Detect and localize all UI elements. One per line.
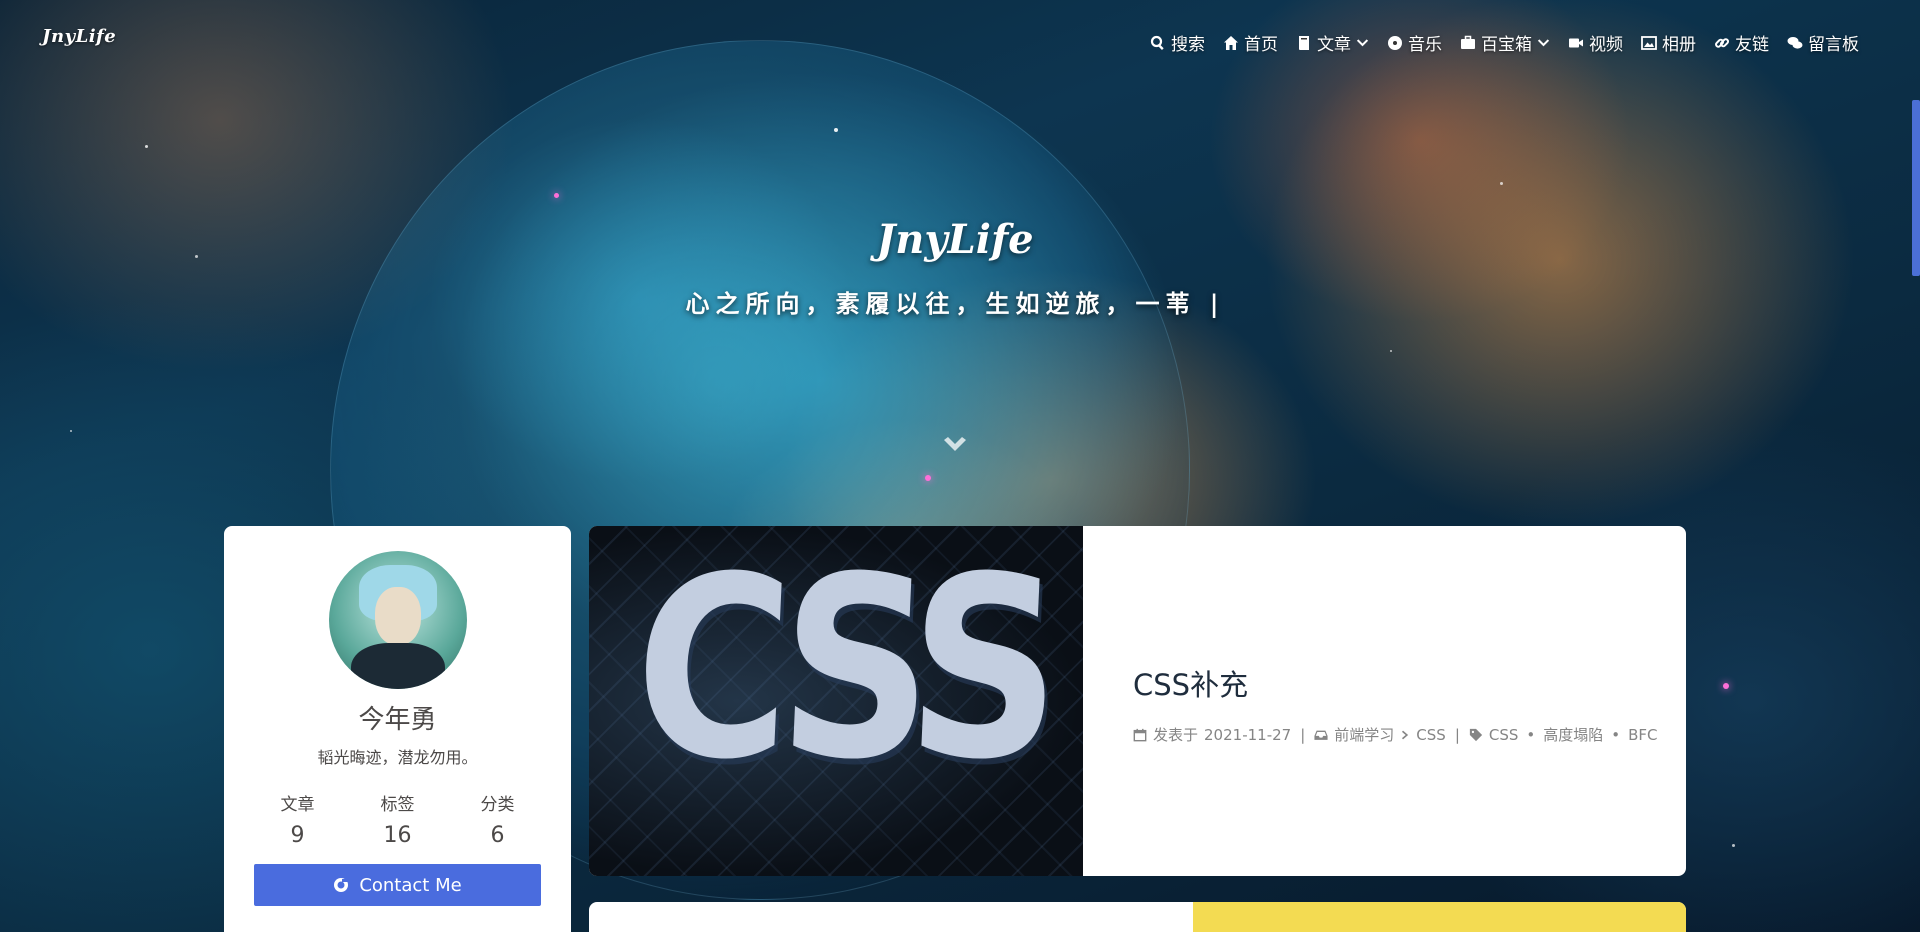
nav-item-label: 留言板	[1808, 35, 1859, 55]
meta-separator: |	[1300, 725, 1306, 744]
site-subtitle: 心之所向，素履以往，生如逆旅，一苇 |	[685, 289, 1225, 318]
nav-item-home[interactable]: 首页	[1214, 30, 1287, 55]
scroll-down-button[interactable]	[942, 436, 968, 456]
post-info: CSS补充 发表于 2021-11-27 | 前端学习 CSS | CSS • …	[1083, 526, 1686, 876]
avatar-coat	[350, 643, 445, 689]
contact-me-button[interactable]: Contact Me	[254, 864, 541, 906]
profile-name: 今年勇	[358, 705, 437, 735]
profile-card: 今年勇 韬光晦迹，潜龙勿用。 文章 9 标签 16 分类 6 Contact M…	[224, 526, 571, 932]
post-tag[interactable]: BFC	[1628, 726, 1657, 744]
meta-separator: |	[1454, 725, 1460, 744]
stat-label: 分类	[480, 795, 515, 815]
stat-value: 6	[490, 823, 505, 848]
briefcase-icon	[1461, 35, 1475, 49]
post-cover-image[interactable]	[1193, 902, 1686, 932]
inbox-icon	[1314, 730, 1328, 740]
nav-item-articles[interactable]: 文章	[1287, 30, 1378, 55]
book-icon	[1299, 35, 1309, 50]
image-icon	[1641, 35, 1657, 50]
nav-item-label: 搜索	[1171, 35, 1205, 55]
stat-articles[interactable]: 文章 9	[253, 790, 343, 848]
post-title[interactable]: CSS补充	[1133, 662, 1686, 704]
comments-icon	[1787, 36, 1803, 49]
contact-icon	[334, 878, 349, 892]
chevron-right-icon	[1402, 730, 1409, 739]
calendar-icon	[1133, 728, 1147, 741]
profile-stats: 文章 9 标签 16 分类 6	[253, 790, 543, 848]
nav-item-toolbox[interactable]: 百宝箱	[1451, 30, 1559, 55]
post-tag[interactable]: CSS	[1489, 726, 1519, 744]
post-date-prefix: 发表于	[1153, 726, 1199, 744]
post-card-next[interactable]	[589, 902, 1686, 932]
nav-item-music[interactable]: 音乐	[1378, 30, 1451, 55]
tag-icon	[1469, 728, 1482, 741]
disc-icon	[1388, 35, 1402, 50]
nav-item-video[interactable]: 视频	[1559, 30, 1632, 55]
post-cover-text: CSS	[628, 526, 1053, 814]
post-cover-image[interactable]: CSS	[589, 526, 1083, 876]
star	[1500, 182, 1503, 185]
chevron-down-icon	[1537, 39, 1550, 47]
nav-item-label: 百宝箱	[1481, 35, 1532, 55]
stat-label: 标签	[380, 795, 415, 815]
nav-item-label: 相册	[1662, 35, 1696, 55]
nav-item-friends[interactable]: 友链	[1705, 30, 1778, 55]
tag-separator: •	[1526, 725, 1536, 744]
post-tag[interactable]: 高度塌陷	[1543, 724, 1603, 745]
star	[554, 193, 559, 198]
nav-menu: 搜索 首页 文章 音乐 百宝箱 视频 相册 友链 留言板	[1141, 30, 1868, 55]
star	[145, 145, 148, 148]
top-navbar: JnyLife 搜索 首页 文章 音乐 百宝箱 视频 相册 友链 留言板	[0, 0, 1920, 80]
star	[70, 430, 72, 432]
nav-item-label: 音乐	[1408, 35, 1442, 55]
star	[1390, 350, 1392, 352]
avatar-face	[374, 587, 421, 645]
video-icon	[1569, 38, 1583, 47]
search-icon	[1150, 35, 1164, 50]
nav-item-label: 视频	[1589, 35, 1623, 55]
star	[834, 128, 838, 132]
stat-value: 9	[290, 823, 305, 848]
post-category-child[interactable]: CSS	[1416, 726, 1446, 744]
star	[1732, 844, 1735, 847]
star	[925, 475, 931, 481]
nav-item-label: 首页	[1244, 35, 1278, 55]
nav-item-label: 文章	[1317, 35, 1351, 55]
link-icon	[1715, 37, 1730, 48]
post-date: 2021-11-27	[1204, 725, 1292, 744]
site-title: JnyLife	[876, 216, 1034, 263]
tag-separator: •	[1611, 725, 1621, 744]
contact-me-label: Contact Me	[359, 874, 462, 896]
post-meta: 发表于 2021-11-27 | 前端学习 CSS | CSS • 高度塌陷 •…	[1133, 724, 1686, 745]
nav-item-search[interactable]: 搜索	[1141, 30, 1214, 55]
nav-item-guestbook[interactable]: 留言板	[1778, 30, 1868, 55]
nav-item-album[interactable]: 相册	[1632, 30, 1705, 55]
scrollbar-thumb[interactable]	[1912, 100, 1920, 276]
nav-item-label: 友链	[1735, 35, 1769, 55]
stat-tags[interactable]: 标签 16	[353, 790, 443, 848]
stat-value: 16	[383, 823, 412, 848]
chevron-down-icon	[1356, 39, 1369, 47]
chevron-down-icon	[944, 437, 966, 451]
home-icon	[1224, 35, 1238, 50]
profile-motto: 韬光晦迹，潜龙勿用。	[317, 748, 478, 767]
star	[1723, 683, 1729, 689]
avatar[interactable]	[328, 551, 467, 689]
post-card[interactable]: CSS CSS补充 发表于 2021-11-27 | 前端学习 CSS | CS…	[589, 526, 1686, 876]
stat-categories[interactable]: 分类 6	[453, 790, 543, 848]
page-scrollbar[interactable]	[1912, 0, 1920, 932]
stat-label: 文章	[280, 795, 315, 815]
site-logo[interactable]: JnyLife	[42, 26, 116, 47]
post-category-parent[interactable]: 前端学习	[1334, 724, 1394, 745]
